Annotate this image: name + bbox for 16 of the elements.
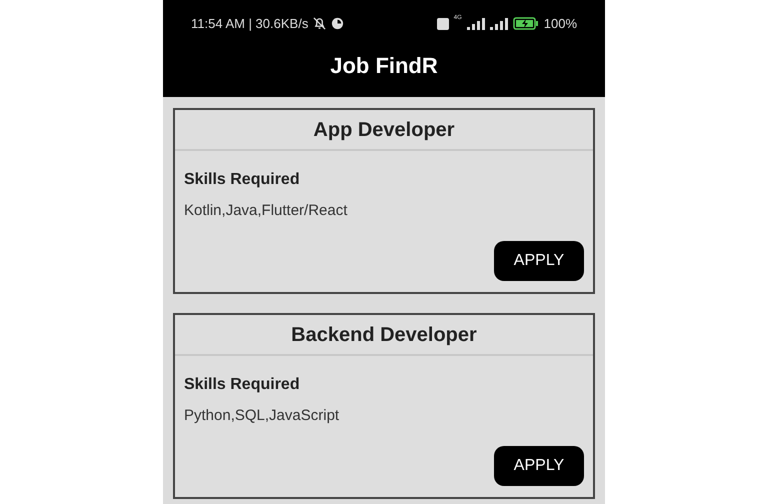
apply-button[interactable]: APPLY <box>494 446 584 486</box>
signal-icon <box>466 18 485 30</box>
skills-label: Skills Required <box>184 170 301 190</box>
job-title: Backend Developer <box>291 322 477 348</box>
job-title: App Developer <box>313 118 455 142</box>
battery-level: 100% <box>544 15 577 33</box>
apply-button[interactable]: APPLY <box>494 240 584 280</box>
app-icon <box>331 17 344 30</box>
signal-icon <box>490 18 508 30</box>
skills-text: Python,SQL,JavaScript <box>184 406 340 426</box>
status-time: 11:54 AM | 30.6KB/s <box>191 15 308 33</box>
muted-bell-icon <box>313 17 326 30</box>
battery-charging-icon <box>512 17 539 30</box>
skills-label: Skills Required <box>184 375 301 395</box>
app-title: Job FindR <box>330 52 438 80</box>
skills-text: Kotlin,Java,Flutter/React <box>184 201 348 221</box>
